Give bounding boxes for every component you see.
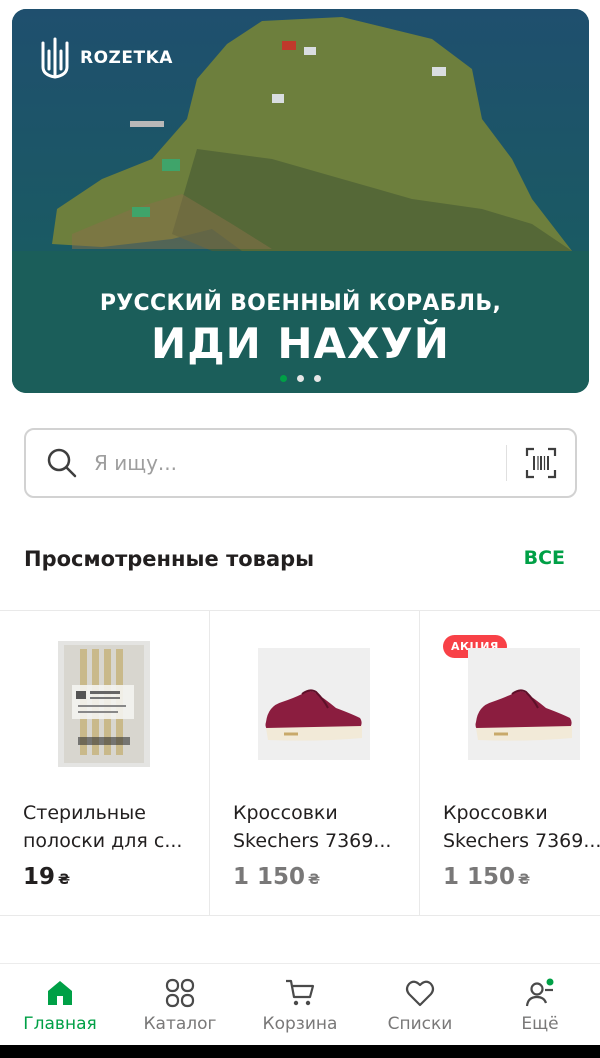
- product-card[interactable]: Стерильные полоски для с... 19 ₴: [0, 611, 210, 915]
- search-input[interactable]: [82, 451, 506, 475]
- product-price: 1 150 ₴: [443, 864, 531, 890]
- tab-cart[interactable]: Корзина: [240, 964, 360, 1045]
- tab-label-more: Ещё: [521, 1014, 559, 1034]
- catalog-icon: [165, 978, 195, 1008]
- search-divider: [506, 445, 507, 481]
- viewed-products-title: Просмотренные товары: [24, 547, 315, 571]
- promo-banner[interactable]: ROZETKA РУССКИЙ ВОЕННЫЙ КОРАБЛЬ, ИДИ НАХ…: [12, 9, 589, 393]
- banner-caption: РУССКИЙ ВОЕННЫЙ КОРАБЛЬ, ИДИ НАХУЙ: [12, 251, 589, 393]
- tab-catalog[interactable]: Каталог: [120, 964, 240, 1045]
- viewed-products-list: Стерильные полоски для с... 19 ₴ Кроссовк…: [0, 610, 600, 916]
- barcode-scan-icon[interactable]: [523, 447, 559, 479]
- search-icon: [42, 447, 82, 479]
- product-card[interactable]: АКЦИЯ Кроссовки Skechers 7369... 1 150 ₴: [420, 611, 600, 915]
- product-title: Кроссовки Skechers 7369...: [443, 802, 600, 852]
- tab-lists[interactable]: Списки: [360, 964, 480, 1045]
- carousel-dot-2[interactable]: [297, 375, 304, 382]
- home-icon: [48, 981, 72, 1005]
- product-price: 19 ₴: [23, 864, 71, 890]
- product-price: 1 150 ₴: [233, 864, 321, 890]
- product-card[interactable]: Кроссовки Skechers 7369... 1 150 ₴: [210, 611, 420, 915]
- tab-home[interactable]: Главная: [0, 964, 120, 1045]
- product-image: [48, 641, 160, 767]
- search-bar[interactable]: [24, 428, 577, 498]
- tab-label-lists: Списки: [387, 1014, 453, 1034]
- tab-label-catalog: Каталог: [143, 1014, 217, 1034]
- carousel-dot-1[interactable]: [280, 375, 287, 382]
- view-all-link[interactable]: ВСЕ: [524, 547, 565, 569]
- tab-label-home: Главная: [23, 1014, 97, 1034]
- user-icon: [525, 978, 554, 1007]
- product-title: Кроссовки Skechers 7369...: [233, 802, 392, 852]
- carousel-dot-3[interactable]: [314, 375, 321, 382]
- system-nav-bar: [0, 1045, 600, 1058]
- cart-icon: [286, 979, 315, 1006]
- bottom-tab-bar: Главная Каталог Корзина Списки Ещё: [0, 963, 600, 1045]
- banner-line-1: РУССКИЙ ВОЕННЫЙ КОРАБЛЬ,: [99, 291, 502, 316]
- brand-name: ROZETKA: [80, 48, 173, 68]
- tab-more[interactable]: Ещё: [480, 964, 600, 1045]
- banner-line-2: ИДИ НАХУЙ: [151, 319, 450, 368]
- product-image: [258, 641, 370, 767]
- rozetka-logo: ROZETKA: [40, 37, 173, 79]
- tab-label-cart: Корзина: [262, 1014, 338, 1034]
- carousel-dots: [12, 375, 589, 382]
- product-image: [468, 641, 580, 767]
- trident-icon: [41, 37, 69, 79]
- product-title: Стерильные полоски для с...: [23, 802, 183, 852]
- heart-icon: [405, 980, 435, 1007]
